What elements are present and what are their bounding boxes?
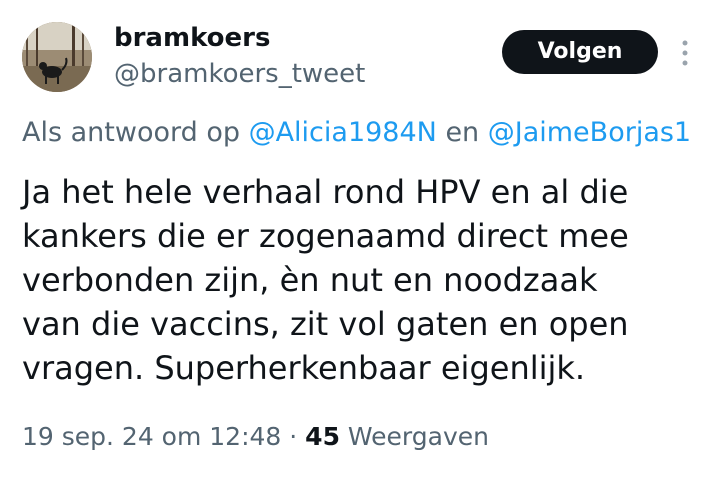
reply-connector: en [436, 117, 488, 148]
reply-context: Als antwoord op @Alicia1984N en @JaimeBo… [22, 116, 691, 150]
follow-button[interactable]: Volgen [502, 30, 658, 74]
mention-link-jaime[interactable]: @JaimeBorjas1 [488, 117, 691, 148]
tweet-card: bramkoers @bramkoers_tweet Volgen Als an… [0, 0, 720, 477]
avatar[interactable] [22, 22, 92, 92]
timestamp[interactable]: 19 sep. 24 om 12:48 [22, 422, 281, 451]
tweet-text-line: Ja het hele verhaal rond HPV en al die [22, 173, 629, 211]
tweet-text-line: van die vaccins, zit vol gaten en open [22, 305, 629, 343]
tweet-meta: 19 sep. 24 om 12:48 · 45 Weergaven [22, 420, 489, 454]
author-display-name[interactable]: bramkoers [114, 22, 270, 54]
views-label: Weergaven [339, 422, 489, 451]
meta-separator: · [281, 422, 306, 451]
tweet-text-line: kankers die er zogenaamd direct mee [22, 217, 629, 255]
views-count: 45 [305, 422, 340, 451]
avatar-image [22, 22, 92, 92]
more-options-icon[interactable] [678, 38, 692, 68]
mention-link-alicia[interactable]: @Alicia1984N [249, 117, 437, 148]
reply-prefix: Als antwoord op [22, 117, 249, 148]
tweet-text-line: vragen. Superherkenbaar eigenlijk. [22, 349, 586, 387]
tweet-text: Ja het hele verhaal rond HPV en al die k… [22, 170, 712, 390]
author-handle[interactable]: @bramkoers_tweet [114, 58, 365, 90]
tweet-text-line: verbonden zijn, èn nut en noodzaak [22, 261, 598, 299]
